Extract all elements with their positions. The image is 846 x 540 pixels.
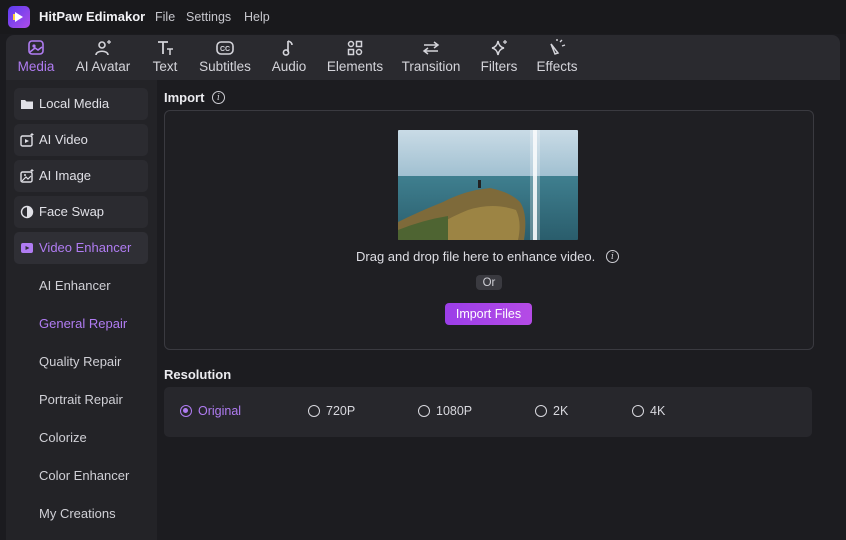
tab-ai-avatar[interactable]: AI Avatar <box>74 35 132 80</box>
main-toolbar: Media AI Avatar Text CC Subtitles Audio … <box>6 35 840 80</box>
app-title: HitPaw Edimakor <box>39 9 146 24</box>
tab-text[interactable]: Text <box>149 35 181 80</box>
radio-4k-label[interactable]: 4K <box>650 404 665 418</box>
svg-text:CC: CC <box>220 46 230 53</box>
sidebar-item-ai-video[interactable]: AI Video <box>14 124 148 156</box>
or-separator: Or <box>476 275 502 290</box>
tab-effects[interactable]: Effects <box>533 35 581 80</box>
transition-arrows-icon <box>422 41 440 55</box>
import-info-icon[interactable]: i <box>212 91 225 104</box>
resolution-options-bar <box>164 387 812 437</box>
sidebar-item-video-enhancer[interactable]: Video Enhancer <box>14 232 148 264</box>
title-bar: HitPaw Edimakor File Settings Help <box>0 0 846 34</box>
radio-4k[interactable] <box>632 405 644 417</box>
effects-icon <box>550 39 566 55</box>
resolution-title: Resolution <box>164 367 232 382</box>
elements-icon <box>347 40 363 56</box>
tab-elements[interactable]: Elements <box>325 35 385 80</box>
sidebar-subitem-my-creations[interactable]: My Creations <box>39 506 116 521</box>
tab-media[interactable]: Media <box>16 35 56 80</box>
tab-filters[interactable]: Filters <box>478 35 520 80</box>
ai-image-icon <box>20 169 34 183</box>
sidebar-item-local-media[interactable]: Local Media <box>14 88 148 120</box>
drop-instruction-text: Drag and drop file here to enhance video… <box>356 249 596 264</box>
app-logo-icon <box>8 6 30 28</box>
sidebar-subitem-colorize[interactable]: Colorize <box>39 430 87 445</box>
radio-original-label[interactable]: Original <box>198 404 241 418</box>
preview-thumbnail <box>398 130 578 240</box>
radio-1080p[interactable] <box>418 405 430 417</box>
sidebar-subitem-ai-enhancer[interactable]: AI Enhancer <box>39 278 111 293</box>
folder-icon <box>21 100 33 109</box>
menu-file[interactable]: File <box>155 10 175 24</box>
radio-original[interactable] <box>180 405 192 417</box>
radio-2k-label[interactable]: 2K <box>553 404 568 418</box>
import-title: Import <box>164 90 205 105</box>
sidebar-subitem-portrait-repair[interactable]: Portrait Repair <box>39 392 123 407</box>
sidebar-item-ai-image[interactable]: AI Image <box>14 160 148 192</box>
import-files-button[interactable]: Import Files <box>445 303 532 325</box>
face-swap-icon <box>20 205 34 219</box>
menu-help[interactable]: Help <box>244 10 270 24</box>
radio-2k[interactable] <box>535 405 547 417</box>
sidebar-subitem-quality-repair[interactable]: Quality Repair <box>39 354 121 369</box>
sidebar-item-face-swap[interactable]: Face Swap <box>14 196 148 228</box>
sidebar-subitem-color-enhancer[interactable]: Color Enhancer <box>39 468 129 483</box>
text-icon <box>158 41 173 55</box>
sparkle-icon <box>491 40 507 56</box>
tab-audio[interactable]: Audio <box>269 35 309 80</box>
radio-1080p-label[interactable]: 1080P <box>436 404 472 418</box>
tab-transition[interactable]: Transition <box>400 35 462 80</box>
music-note-icon <box>282 40 293 56</box>
media-icon <box>28 40 44 55</box>
radio-720p-label[interactable]: 720P <box>326 404 355 418</box>
radio-720p[interactable] <box>308 405 320 417</box>
sidebar-subitem-general-repair[interactable]: General Repair <box>39 316 127 331</box>
menu-settings[interactable]: Settings <box>186 10 231 24</box>
avatar-icon <box>95 40 111 56</box>
subtitles-icon: CC <box>216 41 234 55</box>
ai-video-icon <box>20 133 34 147</box>
video-enhancer-icon <box>21 243 33 253</box>
tab-subtitles[interactable]: CC Subtitles <box>196 35 254 80</box>
drop-info-icon[interactable]: i <box>606 250 619 263</box>
